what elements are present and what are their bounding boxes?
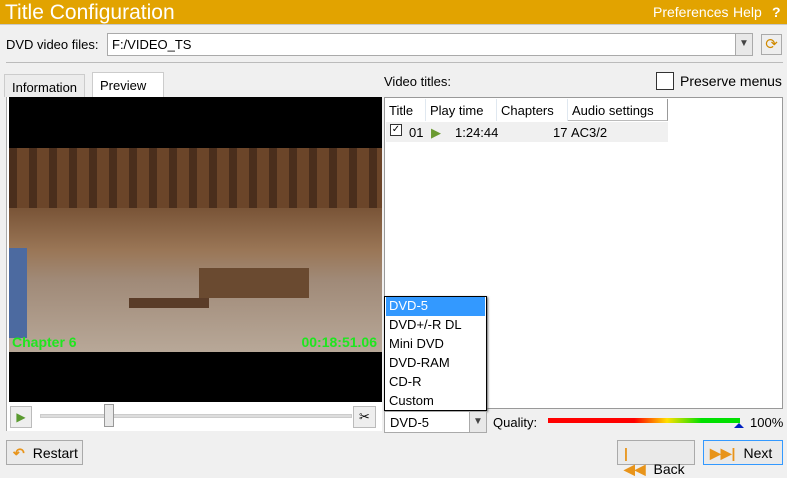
tab-preview[interactable]: Preview (92, 72, 164, 97)
preview-panel: Chapter 6 00:18:51.06 ▶ ✂ (6, 97, 382, 431)
disc-type-dropdown-list[interactable]: DVD-5 DVD+/-R DL Mini DVD DVD-RAM CD-R C… (384, 296, 487, 411)
scissors-icon: ✂ (359, 409, 370, 424)
table-row[interactable]: ✓ 01 ▶ 1:24:44 17 AC3/2 (386, 122, 668, 142)
divider (6, 62, 783, 63)
preserve-menus-label[interactable]: Preserve menus (680, 73, 782, 89)
cell-play-time: 1:24:44 (455, 125, 499, 140)
dvd-files-value: F:/VIDEO_TS (112, 37, 192, 52)
help-link[interactable]: Help (733, 4, 762, 20)
cell-title: 01 (409, 125, 424, 140)
dvd-files-combo[interactable]: F:/VIDEO_TS ▼ (107, 33, 753, 56)
option-dvd5[interactable]: DVD-5 (386, 297, 485, 316)
option-dvd-dl[interactable]: DVD+/-R DL (386, 316, 485, 335)
quality-slider[interactable] (548, 418, 740, 423)
skip-forward-icon: ▶▶| (710, 445, 736, 461)
next-button[interactable]: ▶▶| Next (703, 440, 783, 465)
preferences-link[interactable]: Preferences (653, 4, 728, 20)
play-button[interactable]: ▶ (10, 406, 32, 428)
option-mini-dvd[interactable]: Mini DVD (386, 335, 485, 354)
page-title: Title Configuration (5, 1, 175, 24)
title-checkbox[interactable]: ✓ (390, 124, 402, 136)
option-cd-r[interactable]: CD-R (386, 373, 485, 392)
restart-label: Restart (32, 445, 78, 461)
column-header-title[interactable]: Title (385, 99, 426, 121)
option-custom[interactable]: Custom (386, 392, 485, 411)
video-frame (9, 148, 382, 352)
column-header-chapters[interactable]: Chapters (497, 99, 568, 121)
cut-button[interactable]: ✂ (353, 406, 376, 428)
next-label: Next (743, 445, 773, 461)
refresh-icon: ⟳ (765, 36, 778, 53)
video-screen: Chapter 6 00:18:51.06 (9, 97, 382, 402)
tab-information[interactable]: Information (4, 74, 86, 97)
header-bar: Title Configuration Preferences Help ? (0, 0, 787, 25)
column-header-play-time[interactable]: Play time (426, 99, 497, 121)
timecode-overlay: 00:18:51.06 (301, 334, 377, 350)
figure-shape (9, 248, 27, 338)
preserve-menus-checkbox[interactable] (656, 72, 674, 90)
help-icon[interactable]: ? (772, 4, 781, 20)
video-titles-label: Video titles: (384, 74, 451, 89)
chapter-overlay: Chapter 6 (12, 334, 77, 350)
refresh-button[interactable]: ⟳ (761, 34, 782, 55)
disc-type-select[interactable]: DVD-5 ▼ (384, 411, 487, 433)
bench-shape (129, 298, 209, 308)
seek-slider-thumb[interactable] (104, 404, 114, 427)
back-label: Back (653, 461, 685, 477)
ceiling-beams (9, 148, 382, 208)
skip-back-icon: |◀◀ (624, 445, 646, 477)
chevron-down-icon[interactable]: ▼ (735, 34, 752, 55)
disc-type-value: DVD-5 (390, 415, 430, 430)
chevron-down-icon[interactable]: ▼ (469, 412, 486, 432)
play-icon: ▶ (16, 410, 26, 424)
table-shape (199, 268, 309, 298)
restart-icon: ↶ (13, 445, 25, 461)
dvd-files-label: DVD video files: (6, 37, 99, 52)
seek-slider[interactable] (40, 414, 352, 418)
quality-slider-thumb[interactable] (734, 423, 744, 428)
restart-button[interactable]: ↶ Restart (6, 440, 83, 465)
quality-value: 100% (750, 415, 784, 430)
quality-label: Quality: (493, 415, 538, 430)
back-button[interactable]: |◀◀ Back (617, 440, 695, 477)
option-dvd-ram[interactable]: DVD-RAM (386, 354, 485, 373)
cell-chapters: 17 (553, 125, 568, 140)
column-header-audio[interactable]: Audio settings (568, 99, 668, 121)
play-icon[interactable]: ▶ (431, 125, 441, 141)
cell-audio: AC3/2 (571, 125, 608, 140)
